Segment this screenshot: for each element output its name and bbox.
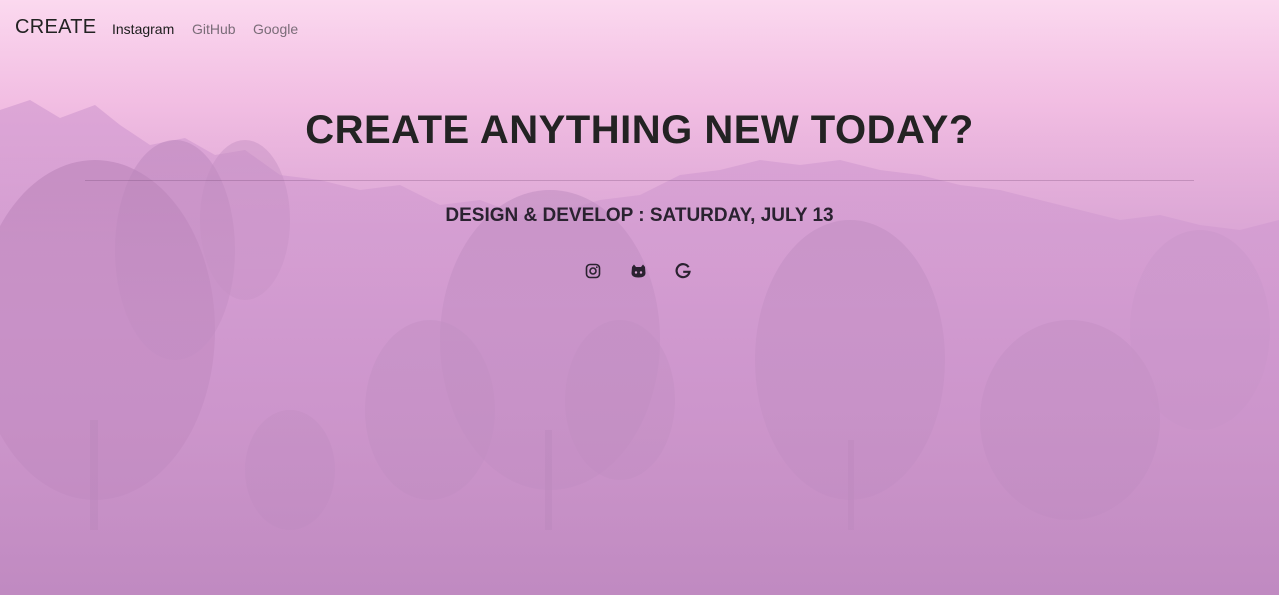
nav-link-instagram[interactable]: Instagram bbox=[112, 21, 174, 37]
nav-link-google[interactable]: Google bbox=[253, 21, 298, 37]
landing-page: CREATE Instagram GitHub Google CREATE AN… bbox=[0, 0, 1279, 595]
brand-logo-link[interactable]: CREATE bbox=[15, 16, 96, 39]
divider bbox=[85, 180, 1194, 181]
google-icon[interactable] bbox=[675, 263, 693, 281]
navbar: CREATE Instagram GitHub Google bbox=[0, 0, 1279, 58]
hero-title: CREATE ANYTHING NEW TODAY? bbox=[305, 108, 974, 152]
instagram-icon[interactable] bbox=[585, 263, 603, 281]
github-icon[interactable] bbox=[630, 263, 648, 281]
forest-background-image bbox=[0, 0, 1279, 595]
nav-link-github[interactable]: GitHub bbox=[192, 21, 236, 37]
hero-subtitle: DESIGN & DEVELOP : SATURDAY, JULY 13 bbox=[445, 205, 834, 226]
